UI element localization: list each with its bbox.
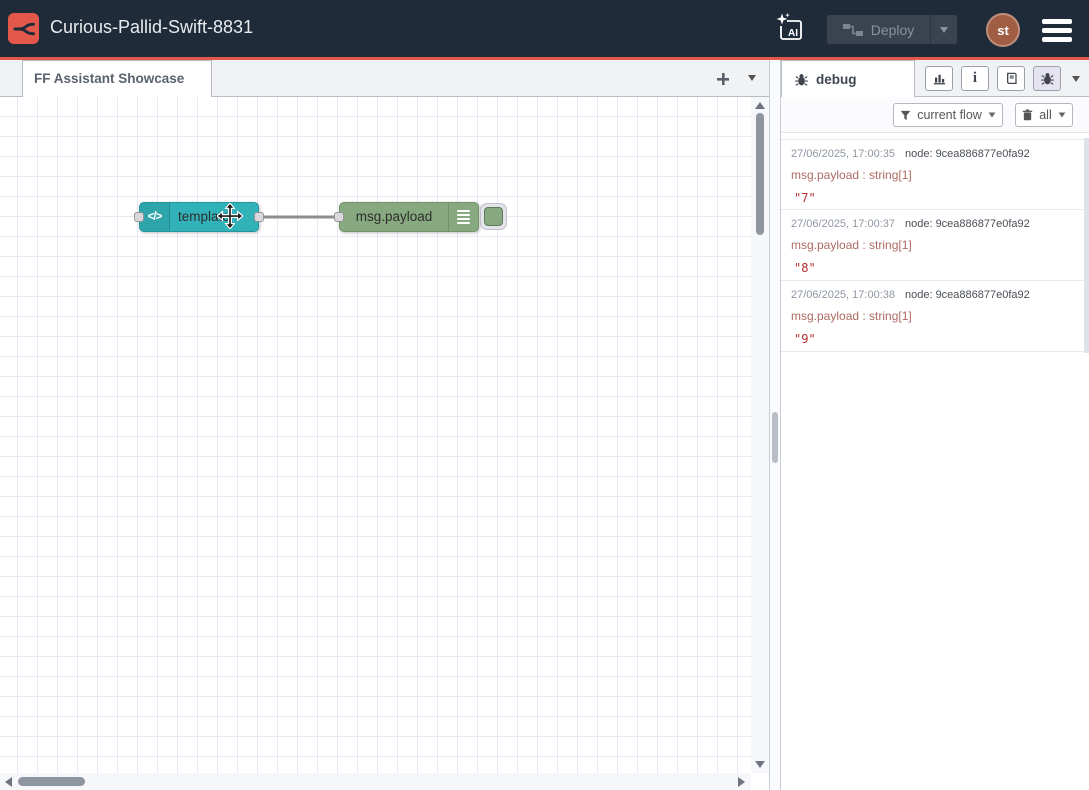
svg-text:AI: AI [788, 28, 798, 39]
hamburger-icon [1042, 19, 1072, 24]
scroll-left-arrow-icon[interactable] [5, 777, 12, 787]
debug-filter-label: current flow [917, 108, 982, 122]
sidebar-menu-button[interactable] [1072, 76, 1080, 82]
debug-message-list: 27/06/2025, 17:00:35 node: 9cea886877e0f… [781, 133, 1089, 352]
filter-funnel-icon [900, 110, 911, 121]
wire-layer [0, 97, 751, 773]
message-timestamp: 27/06/2025, 17:00:35 [791, 148, 895, 160]
chevron-down-icon [748, 75, 756, 81]
node-debug[interactable]: msg.payload [339, 202, 479, 232]
debug-toolbar: current flow all [781, 97, 1089, 133]
debug-message[interactable]: 27/06/2025, 17:00:35 node: 9cea886877e0f… [781, 139, 1089, 210]
chevron-down-icon [1058, 112, 1065, 117]
dashboard-chart-icon [932, 71, 947, 86]
sidebar-tab-dashboard-button[interactable] [925, 66, 953, 91]
main-area: FF Assistant Showcase </> templ [0, 60, 1089, 790]
debug-clear-button[interactable]: all [1015, 103, 1073, 127]
message-property: msg.payload : string[1] [791, 168, 1079, 182]
sidebar-tab-help-button[interactable] [997, 66, 1025, 91]
flow-list-button[interactable] [748, 75, 756, 81]
flow-tab-bar: FF Assistant Showcase [0, 60, 769, 97]
main-menu-button[interactable] [1042, 19, 1072, 46]
debug-input-port[interactable] [334, 212, 344, 222]
user-avatar[interactable]: st [986, 13, 1020, 47]
avatar-initials: st [997, 23, 1009, 38]
instance-title: Curious-Pallid-Swift-8831 [50, 17, 253, 38]
sidebar-tab-debug-label: debug [816, 72, 857, 87]
message-property: msg.payload : string[1] [791, 238, 1079, 252]
message-timestamp: 27/06/2025, 17:00:38 [791, 289, 895, 301]
deploy-options-button[interactable] [930, 15, 957, 44]
flow-canvas[interactable]: </> template msg.payload [0, 97, 751, 773]
debug-clear-label: all [1039, 108, 1052, 122]
message-source-node: node: 9cea886877e0fa92 [905, 218, 1030, 230]
trash-icon [1022, 109, 1033, 121]
canvas-horizontal-scrollbar[interactable] [0, 773, 751, 790]
message-value: "7" [791, 191, 1079, 205]
ai-assistant-button[interactable]: AI [774, 12, 808, 46]
sidebar-tab-debug[interactable]: debug [781, 60, 915, 97]
deploy-button[interactable]: Deploy [827, 15, 957, 44]
deploy-label: Deploy [871, 22, 915, 38]
deploy-button-main[interactable]: Deploy [827, 15, 930, 44]
info-icon: i [973, 70, 977, 87]
scroll-right-arrow-icon[interactable] [738, 777, 745, 787]
message-value: "8" [791, 261, 1079, 275]
add-flow-button[interactable] [711, 67, 735, 91]
debug-filter-button[interactable]: current flow [893, 103, 1003, 127]
chevron-down-icon [988, 112, 995, 117]
book-icon [1004, 71, 1019, 86]
flow-tab-ff-assistant-showcase[interactable]: FF Assistant Showcase [22, 60, 212, 97]
debug-message[interactable]: 27/06/2025, 17:00:38 node: 9cea886877e0f… [781, 281, 1089, 352]
code-icon: </> [140, 203, 170, 231]
flowfuse-logo-icon[interactable] [8, 13, 39, 44]
logo-glyph [11, 16, 37, 42]
vertical-scroll-thumb[interactable] [756, 113, 764, 235]
chevron-down-icon [940, 27, 948, 33]
deploy-icon [843, 23, 863, 37]
template-output-port[interactable] [254, 212, 264, 222]
debug-message[interactable]: 27/06/2025, 17:00:37 node: 9cea886877e0f… [781, 210, 1089, 281]
scroll-up-arrow-icon[interactable] [755, 102, 765, 109]
flow-tab-label: FF Assistant Showcase [34, 71, 184, 86]
sidebar-tab-bar: debug i [781, 60, 1089, 97]
debug-bug-icon [1040, 71, 1055, 86]
ai-icon: AI [774, 12, 808, 46]
sidebar: debug i [781, 60, 1089, 790]
message-source-node: node: 9cea886877e0fa92 [905, 289, 1030, 301]
horizontal-scroll-thumb[interactable] [18, 777, 85, 786]
debug-enable-toggle[interactable] [480, 203, 507, 230]
message-property: msg.payload : string[1] [791, 309, 1079, 323]
plus-icon [716, 72, 730, 86]
message-timestamp: 27/06/2025, 17:00:37 [791, 218, 895, 230]
splitter-grip[interactable] [772, 412, 778, 463]
message-value: "9" [791, 332, 1079, 346]
sidebar-tab-debug-button[interactable] [1033, 66, 1061, 91]
debug-list-scrollbar[interactable] [1084, 138, 1089, 353]
debug-output-icon [448, 203, 478, 231]
message-source-node: node: 9cea886877e0fa92 [905, 148, 1030, 160]
scroll-down-arrow-icon[interactable] [755, 761, 765, 768]
move-cursor-icon [217, 203, 243, 229]
canvas-vertical-scrollbar[interactable] [751, 97, 769, 773]
template-input-port[interactable] [134, 212, 144, 222]
sidebar-splitter[interactable] [769, 60, 781, 790]
workspace: FF Assistant Showcase </> templ [0, 60, 769, 790]
sidebar-tab-info-button[interactable]: i [961, 66, 989, 91]
chevron-down-icon [1072, 76, 1080, 82]
node-debug-label: msg.payload [340, 203, 448, 231]
header: Curious-Pallid-Swift-8831 AI Deploy st [0, 0, 1089, 60]
bug-icon [794, 72, 809, 87]
